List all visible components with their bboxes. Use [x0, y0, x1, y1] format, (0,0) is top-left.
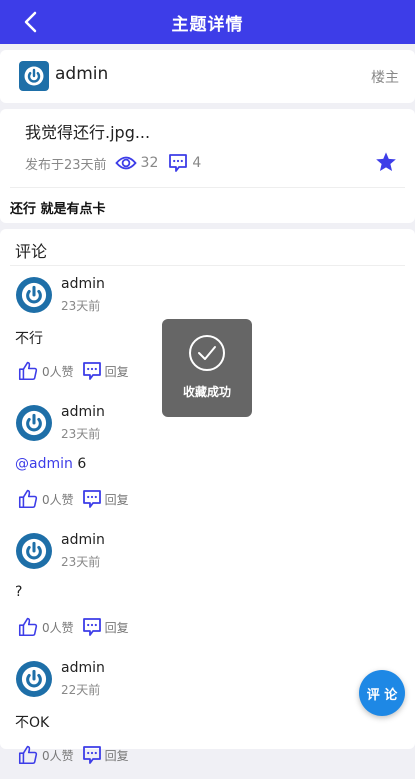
- comment-count: 4: [168, 153, 201, 173]
- comment-item: admin 22天前 不OK 0人赞 回复: [0, 651, 415, 779]
- comment-text: 不行: [15, 331, 43, 347]
- comment-actions: 0人赞 回复: [17, 488, 137, 510]
- author-card: admin 楼主: [0, 50, 415, 103]
- page-title: 主题详情: [171, 14, 244, 35]
- topic-body: 还行 就是有点卡: [10, 202, 106, 217]
- like-button[interactable]: 0人赞: [17, 360, 74, 382]
- reply-button[interactable]: 回复: [82, 489, 129, 509]
- comment-time: 23天前: [61, 299, 101, 313]
- divider: [10, 187, 405, 188]
- avatar: [16, 661, 52, 697]
- reply-button[interactable]: 回复: [82, 617, 129, 637]
- author-name: admin: [55, 64, 109, 84]
- avatar: [16, 277, 52, 313]
- like-button[interactable]: 0人赞: [17, 744, 74, 766]
- toast-message: 收藏成功: [182, 385, 231, 399]
- owner-badge: 楼主: [371, 70, 399, 86]
- star-icon: [376, 152, 396, 171]
- comment-icon: [82, 618, 101, 636]
- back-arrow-icon: [24, 11, 37, 33]
- comment-text: 不OK: [15, 715, 50, 731]
- power-logo-icon: [21, 538, 47, 564]
- topic-title: 我觉得还行.jpg...: [25, 123, 151, 142]
- reply-button[interactable]: 回复: [82, 361, 129, 381]
- power-logo-icon: [21, 666, 47, 692]
- topic-card: 我觉得还行.jpg... 发布于23天前 32 4 还行 就是有点卡: [0, 109, 415, 223]
- topic-meta: 发布于23天前 32 4: [25, 153, 201, 173]
- comment-item: admin 23天前 ? 0人赞 回复: [0, 523, 415, 651]
- avatar: [16, 533, 52, 569]
- reply-button[interactable]: 回复: [82, 745, 129, 765]
- thumbs-up-icon: [18, 361, 38, 381]
- comment-icon: [169, 154, 188, 172]
- reply-label: 回复: [104, 620, 129, 635]
- comment-count-value: 4: [192, 155, 202, 171]
- comment-fab-button[interactable]: 评 论: [359, 670, 405, 716]
- comment-icon: [82, 362, 101, 380]
- check-icon: [189, 335, 225, 371]
- top-nav-bar: 主题详情: [0, 0, 415, 44]
- power-logo-icon: [21, 410, 47, 436]
- comment-user: admin: [61, 276, 105, 292]
- reply-label: 回复: [104, 748, 129, 763]
- like-count: 0人赞: [42, 620, 74, 635]
- like-button[interactable]: 0人赞: [17, 616, 74, 638]
- comment-user: admin: [61, 404, 105, 420]
- power-logo-icon: [19, 61, 49, 91]
- comment-text: @admin 6: [15, 456, 87, 472]
- comment-icon: [82, 490, 101, 508]
- view-count-value: 32: [140, 155, 159, 171]
- thumbs-up-icon: [18, 745, 38, 765]
- thumbs-up-icon: [18, 617, 38, 637]
- view-count: 32: [114, 155, 159, 171]
- comment-user: admin: [61, 532, 105, 548]
- back-button[interactable]: [16, 8, 44, 36]
- thumbs-up-icon: [18, 489, 38, 509]
- toast-notification: 收藏成功: [162, 319, 252, 417]
- mention-link[interactable]: @admin: [15, 456, 73, 472]
- comment-actions: 0人赞 回复: [17, 616, 137, 638]
- reply-label: 回复: [104, 364, 129, 379]
- comment-time: 22天前: [61, 683, 101, 697]
- reply-label: 回复: [104, 492, 129, 507]
- avatar: [16, 405, 52, 441]
- comment-text: ?: [15, 584, 23, 600]
- like-count: 0人赞: [42, 492, 74, 507]
- eye-icon: [114, 156, 137, 170]
- comment-actions: 0人赞 回复: [17, 360, 137, 382]
- power-logo-icon: [21, 282, 47, 308]
- comment-actions: 0人赞 回复: [17, 744, 137, 766]
- post-time: 发布于23天前: [25, 157, 107, 173]
- comment-time: 23天前: [61, 427, 101, 441]
- comments-header: 评论: [15, 242, 48, 261]
- comment-time: 23天前: [61, 555, 101, 569]
- comment-icon: [82, 746, 101, 764]
- comments-section: 评论 admin 23天前 不行 0人赞 回复 admin 23天前 @admi…: [0, 229, 415, 765]
- like-count: 0人赞: [42, 364, 74, 379]
- divider: [10, 265, 405, 266]
- comment-user: admin: [61, 660, 105, 676]
- like-button[interactable]: 0人赞: [17, 488, 74, 510]
- favorite-star-button[interactable]: [375, 151, 397, 177]
- like-count: 0人赞: [42, 748, 74, 763]
